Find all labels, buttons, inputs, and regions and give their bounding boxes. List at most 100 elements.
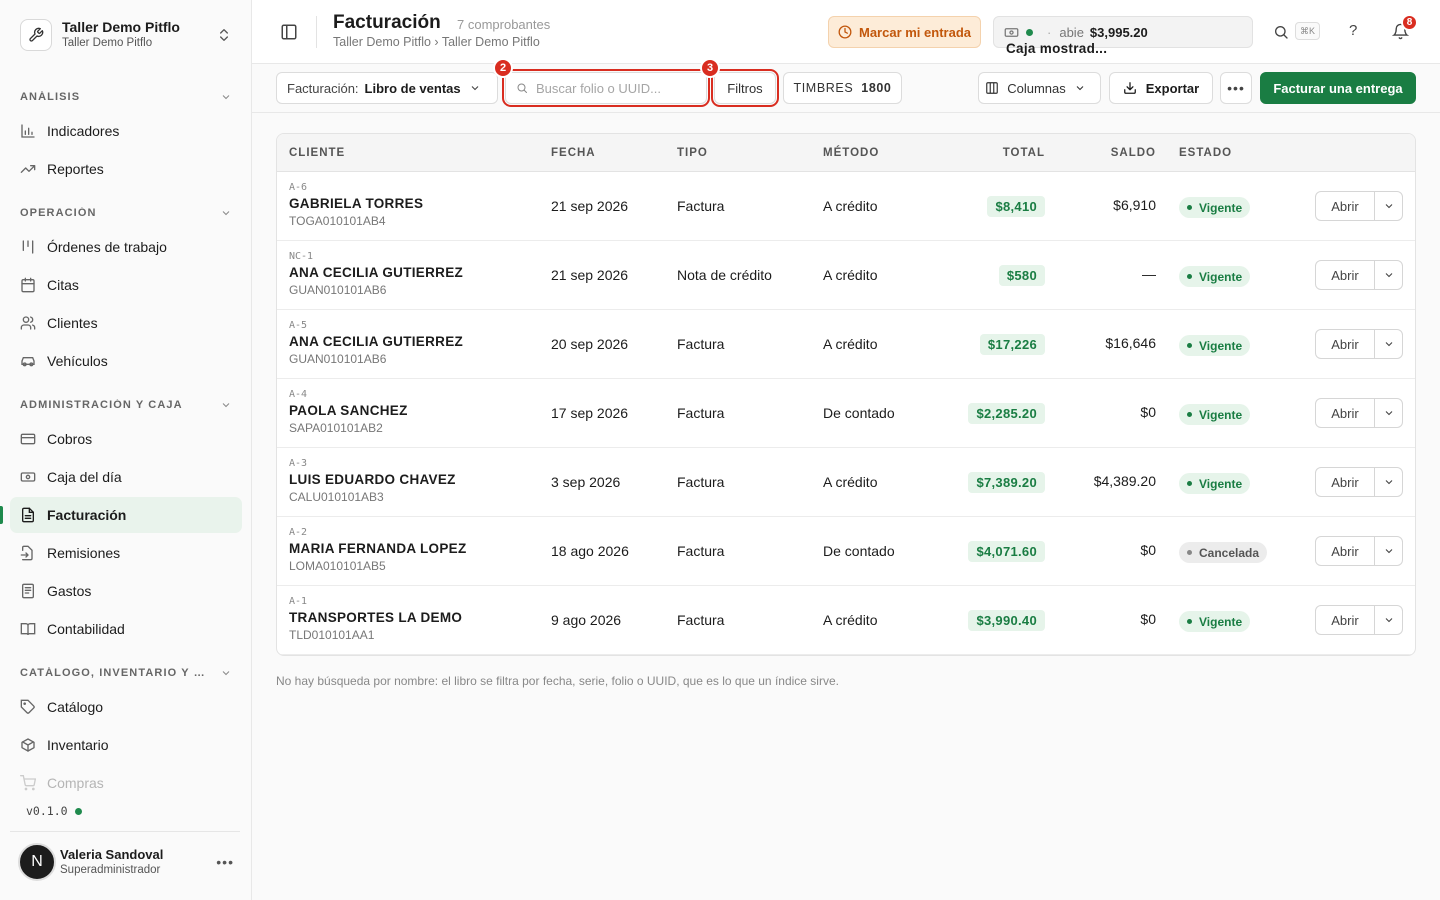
row-actions-dropdown[interactable] <box>1374 536 1403 566</box>
book-select-value: Libro de ventas <box>364 80 461 96</box>
user-menu[interactable]: N Valeria Sandoval Superadministrador ••… <box>10 840 242 884</box>
date-cell: 9 ago 2026 <box>551 612 622 628</box>
column-header[interactable]: SALDO <box>1111 147 1156 159</box>
book-select[interactable]: Facturación: Libro de ventas <box>276 72 498 104</box>
page-title: Facturación <box>333 12 441 33</box>
type-cell: Factura <box>677 198 725 214</box>
sidebar-item-citas[interactable]: Citas <box>10 267 242 303</box>
section-label: ANÁLISIS <box>20 91 81 103</box>
balance-cell: $0 <box>1140 542 1156 558</box>
client-rfc: TLD010101AA1 <box>289 628 375 642</box>
active-indicator <box>0 506 3 524</box>
invoice-delivery-button[interactable]: Facturar una entrega <box>1260 72 1416 104</box>
breadcrumb[interactable]: Taller Demo Pitflo › Taller Demo Pitflo <box>333 35 540 49</box>
columns-button[interactable]: Columnas <box>978 72 1101 104</box>
row-actions-dropdown[interactable] <box>1374 398 1403 428</box>
section-operacion[interactable]: OPERACIÓN <box>10 203 242 223</box>
sidebar-item-indicadores[interactable]: Indicadores <box>10 113 242 149</box>
column-header[interactable]: ESTADO <box>1179 147 1232 159</box>
sidebar-toggle-icon[interactable] <box>280 23 298 41</box>
sidebar-item-reportes[interactable]: Reportes <box>10 151 242 187</box>
section-label: CATÁLOGO, INVENTARIO Y CO... <box>20 667 210 679</box>
open-button[interactable]: Abrir <box>1315 398 1375 428</box>
table-row[interactable]: A-1 TRANSPORTES LA DEMO TLD010101AA1 9 ago … <box>277 586 1415 655</box>
chevron-down-icon <box>1385 618 1392 623</box>
total-cell: $580 <box>998 265 1045 286</box>
register-selector[interactable]: Caja mostrad... · abie $3,995.20 <box>993 16 1253 56</box>
status-dot <box>1187 550 1192 555</box>
sidebar-item-compras[interactable]: Compras <box>10 765 242 801</box>
stamps-counter[interactable]: TIMBRES 1800 <box>783 72 902 104</box>
chevron-down-icon <box>222 211 230 216</box>
help-icon[interactable]: ? <box>1349 22 1357 39</box>
table-row[interactable]: NC-1 ANA CECILIA GUTIERREZ GUAN010101AB6 21… <box>277 241 1415 310</box>
sidebar-item-vehiculos[interactable]: Vehículos <box>10 343 242 379</box>
open-button[interactable]: Abrir <box>1315 329 1375 359</box>
sidebar-item-contabilidad[interactable]: Contabilidad <box>10 611 242 647</box>
table-row[interactable]: A-4 PAOLA SANCHEZ SAPA010101AB2 17 sep 2026… <box>277 379 1415 448</box>
search-input[interactable] <box>536 80 696 96</box>
sidebar-item-gastos[interactable]: Gastos <box>10 573 242 609</box>
method-cell: A crédito <box>823 612 878 628</box>
table-row[interactable]: A-6 GABRIELA TORRES TOGA010101AB4 21 sep 20… <box>277 172 1415 241</box>
type-cell: Factura <box>677 474 725 490</box>
clock-in-button[interactable]: Marcar mi entrada <box>828 16 981 48</box>
sidebar-item-catalogo[interactable]: Catálogo <box>10 689 242 725</box>
type-cell: Factura <box>677 612 725 628</box>
sidebar-item-label: Contabilidad <box>47 621 125 637</box>
open-button[interactable]: Abrir <box>1315 467 1375 497</box>
sidebar-item-facturacion[interactable]: Facturación <box>10 497 242 533</box>
type-cell: Nota de crédito <box>677 267 772 283</box>
sidebar-item-inventario[interactable]: Inventario <box>10 727 242 763</box>
row-actions-dropdown[interactable] <box>1374 260 1403 290</box>
balance-cell: $4,389.20 <box>1093 473 1156 489</box>
section-catalogo[interactable]: CATÁLOGO, INVENTARIO Y CO... <box>10 663 242 683</box>
workspace-switcher[interactable]: Taller Demo Pitflo Taller Demo Pitflo <box>10 10 242 60</box>
section-analisis[interactable]: ANÁLISIS <box>10 87 242 107</box>
row-actions-dropdown[interactable] <box>1374 329 1403 359</box>
total-cell: $7,389.20 <box>968 472 1045 493</box>
chevron-down-icon <box>471 86 479 91</box>
section-administracion[interactable]: ADMINISTRACIÓN Y CAJA <box>10 395 242 415</box>
more-actions-button[interactable]: ••• <box>1220 72 1252 104</box>
chevron-down-icon <box>222 403 230 408</box>
row-actions-dropdown[interactable] <box>1374 467 1403 497</box>
client-rfc: LOMA010101AB5 <box>289 559 386 573</box>
box-icon <box>20 737 36 753</box>
record-count: 7 comprobantes <box>457 17 551 32</box>
more-icon[interactable]: ••• <box>216 854 234 870</box>
filters-button[interactable]: Filtros <box>711 69 779 107</box>
sidebar-item-caja[interactable]: Caja del día <box>10 459 242 495</box>
sidebar-item-label: Indicadores <box>47 123 120 139</box>
open-button[interactable]: Abrir <box>1315 605 1375 635</box>
method-cell: A crédito <box>823 336 878 352</box>
sidebar-item-clientes[interactable]: Clientes <box>10 305 242 341</box>
client-rfc: GUAN010101AB6 <box>289 352 387 366</box>
row-actions-dropdown[interactable] <box>1374 605 1403 635</box>
sidebar-item-cobros[interactable]: Cobros <box>10 421 242 457</box>
chevron-down-icon <box>1385 342 1392 347</box>
table-row[interactable]: A-5 ANA CECILIA GUTIERREZ GUAN010101AB6 20 … <box>277 310 1415 379</box>
section-label: ADMINISTRACIÓN Y CAJA <box>20 399 183 411</box>
table-row[interactable]: A-3 LUIS EDUARDO CHAVEZ CALU010101AB3 3 sep… <box>277 448 1415 517</box>
open-button[interactable]: Abrir <box>1315 536 1375 566</box>
open-button[interactable]: Abrir <box>1315 191 1375 221</box>
column-header[interactable]: CLIENTE <box>289 147 345 159</box>
method-cell: De contado <box>823 405 895 421</box>
shortcut-hint: ⌘K <box>1295 22 1320 40</box>
column-header[interactable]: MÉTODO <box>823 147 879 159</box>
client-name: PAOLA SANCHEZ <box>289 403 408 418</box>
row-actions-dropdown[interactable] <box>1374 191 1403 221</box>
search-field[interactable] <box>502 69 710 107</box>
column-header[interactable]: TIPO <box>677 147 708 159</box>
column-header[interactable]: TOTAL <box>1003 147 1045 159</box>
sidebar-item-ordenes[interactable]: Órdenes de trabajo <box>10 229 242 265</box>
column-header[interactable]: FECHA <box>551 147 596 159</box>
table-row[interactable]: A-2 MARIA FERNANDA LOPEZ LOMA010101AB5 18 a… <box>277 517 1415 586</box>
open-button[interactable]: Abrir <box>1315 260 1375 290</box>
columns-label: Columnas <box>1007 80 1066 96</box>
search-icon[interactable] <box>1273 24 1289 40</box>
export-button[interactable]: Exportar <box>1109 72 1213 104</box>
status-badge: Vigente <box>1179 335 1251 356</box>
sidebar-item-remisiones[interactable]: Remisiones <box>10 535 242 571</box>
